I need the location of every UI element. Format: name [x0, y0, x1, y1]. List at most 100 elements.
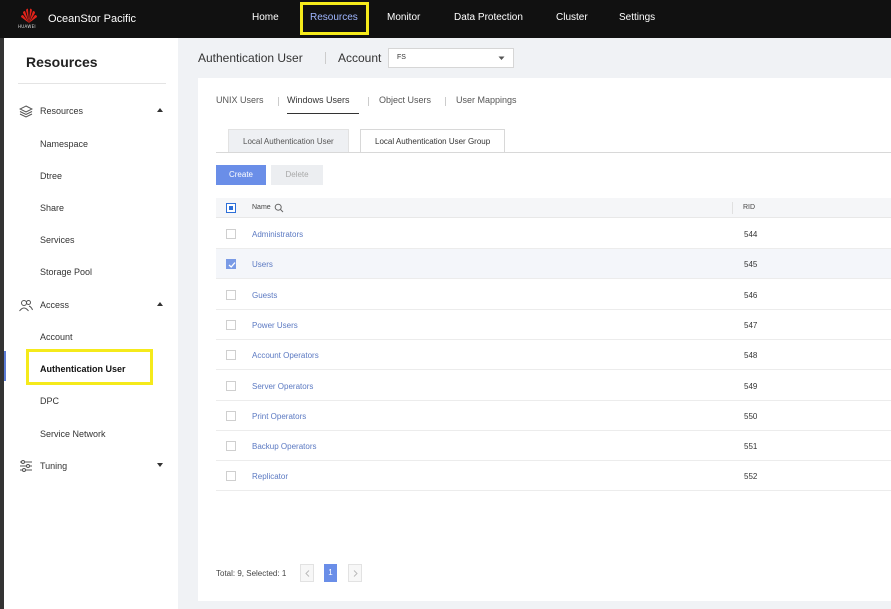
sidebar: Resources Resources Namespace Dtree Shar…	[0, 38, 178, 609]
table-header: Name RID	[216, 198, 891, 218]
pagination-next-button[interactable]	[348, 564, 362, 582]
tab-object-users[interactable]: Object Users	[379, 95, 431, 105]
chevron-left-icon	[304, 569, 309, 577]
chevron-down-icon	[498, 56, 505, 60]
create-button[interactable]: Create	[216, 165, 266, 185]
row-rid: 547	[744, 320, 758, 330]
tab-separator	[368, 97, 369, 106]
row-checkbox[interactable]	[226, 350, 236, 361]
row-rid: 551	[744, 442, 758, 452]
column-header-name: Name	[252, 204, 271, 211]
pagination-page-current[interactable]: 1	[324, 564, 337, 582]
table-row[interactable]: Account Operators 548	[216, 340, 891, 371]
brand-name: OceanStor Pacific	[48, 13, 137, 25]
huawei-logo-icon	[21, 8, 37, 23]
inner-tabs-baseline	[216, 152, 891, 153]
sidebar-item-service-network[interactable]: Service Network	[40, 429, 106, 439]
row-rid: 550	[744, 411, 758, 421]
row-name-link[interactable]: Print Operators	[252, 412, 306, 421]
row-name-link[interactable]: Replicator	[252, 472, 288, 481]
table-row[interactable]: Guests 546	[216, 280, 891, 310]
caret-up-icon	[157, 302, 163, 306]
table-row[interactable]: Print Operators 550	[216, 401, 891, 431]
sidebar-item-storage-pool[interactable]: Storage Pool	[40, 267, 92, 277]
sidebar-item-dpc[interactable]: DPC	[40, 396, 59, 406]
tab-windows-users[interactable]: Windows Users	[287, 95, 350, 105]
table-row[interactable]: Replicator 552	[216, 461, 891, 492]
page-header: Authentication User Account FS	[178, 38, 891, 78]
sidebar-title: Resources	[26, 54, 98, 70]
row-rid: 546	[744, 290, 758, 300]
row-checkbox[interactable]	[226, 229, 236, 239]
sidebar-item-account[interactable]: Account	[40, 332, 73, 342]
page-title: Authentication User	[198, 51, 303, 65]
sidebar-item-share[interactable]: Share	[40, 203, 64, 213]
tab-local-authentication-user[interactable]: Local Authentication User	[228, 129, 349, 153]
table-row[interactable]: Power Users 547	[216, 310, 891, 340]
row-checkbox[interactable]	[226, 471, 236, 482]
column-divider	[732, 202, 733, 214]
sidebar-item-services[interactable]: Services	[40, 235, 75, 245]
layers-icon	[18, 103, 34, 119]
pagination-total: Total: 9, Selected: 1	[216, 569, 287, 578]
nav-highlight-box	[300, 2, 369, 35]
sidebar-group-access[interactable]: Access	[18, 296, 166, 314]
row-name-link[interactable]: Server Operators	[252, 382, 313, 391]
account-select[interactable]: FS	[388, 48, 514, 68]
row-rid: 548	[744, 351, 758, 361]
content-card: UNIX Users Windows Users Object Users Us…	[198, 78, 891, 601]
column-header-rid: RID	[743, 204, 756, 211]
brand[interactable]: HUAWEI OceanStor Pacific	[16, 6, 136, 32]
row-name-link[interactable]: Power Users	[252, 321, 298, 330]
sidebar-highlight-box	[26, 349, 153, 385]
sidebar-active-indicator	[4, 351, 6, 381]
row-checkbox[interactable]	[226, 289, 236, 300]
check-icon	[228, 262, 236, 269]
row-name-link[interactable]: Administrators	[252, 230, 303, 239]
table-row[interactable]: Administrators 544	[216, 219, 891, 249]
tab-separator	[445, 97, 446, 106]
search-icon[interactable]	[274, 203, 284, 213]
tab-user-mappings[interactable]: User Mappings	[456, 95, 517, 105]
row-name-link[interactable]: Users	[252, 260, 273, 269]
users-icon	[18, 297, 34, 313]
row-rid: 545	[744, 260, 758, 270]
tab-separator	[278, 97, 279, 106]
sidebar-group-tuning[interactable]: Tuning	[18, 457, 166, 475]
row-name-link[interactable]: Backup Operators	[252, 442, 316, 451]
nav-data-protection[interactable]: Data Protection	[454, 0, 523, 38]
row-checkbox[interactable]	[226, 441, 236, 452]
table-row[interactable]: Backup Operators 551	[216, 431, 891, 462]
nav-monitor[interactable]: Monitor	[387, 0, 420, 38]
table-row[interactable]: Server Operators 549	[216, 371, 891, 401]
sidebar-group-resources[interactable]: Resources	[18, 102, 166, 120]
select-all-checkbox[interactable]	[226, 203, 236, 213]
logo-text: HUAWEI	[18, 24, 36, 29]
tab-local-authentication-user-group[interactable]: Local Authentication User Group	[360, 129, 506, 153]
row-rid: 552	[744, 472, 758, 482]
nav-home[interactable]: Home	[252, 0, 279, 38]
sidebar-item-namespace[interactable]: Namespace	[40, 139, 88, 149]
nav-settings[interactable]: Settings	[619, 0, 655, 38]
row-checkbox[interactable]	[226, 259, 236, 270]
nav-cluster[interactable]: Cluster	[556, 0, 588, 38]
row-name-link[interactable]: Account Operators	[252, 351, 319, 360]
table-row[interactable]: Users 545	[216, 249, 891, 280]
account-label: Account	[338, 51, 382, 65]
caret-down-icon	[157, 463, 163, 467]
delete-button[interactable]: Delete	[271, 165, 323, 185]
pagination-prev-button[interactable]	[300, 564, 314, 582]
row-rid: 544	[744, 230, 758, 239]
row-checkbox[interactable]	[226, 410, 236, 421]
chevron-right-icon	[353, 569, 358, 577]
row-name-link[interactable]: Guests	[252, 291, 277, 300]
caret-up-icon	[157, 108, 163, 112]
row-checkbox[interactable]	[226, 380, 236, 391]
sidebar-group-label: Tuning	[40, 461, 68, 471]
row-rid: 549	[744, 381, 758, 391]
account-select-value: FS	[397, 54, 406, 61]
row-checkbox[interactable]	[226, 319, 236, 330]
top-navigation-bar: HUAWEI OceanStor Pacific Home Resources …	[0, 0, 891, 38]
sidebar-item-dtree[interactable]: Dtree	[40, 171, 62, 181]
tab-unix-users[interactable]: UNIX Users	[216, 95, 264, 105]
